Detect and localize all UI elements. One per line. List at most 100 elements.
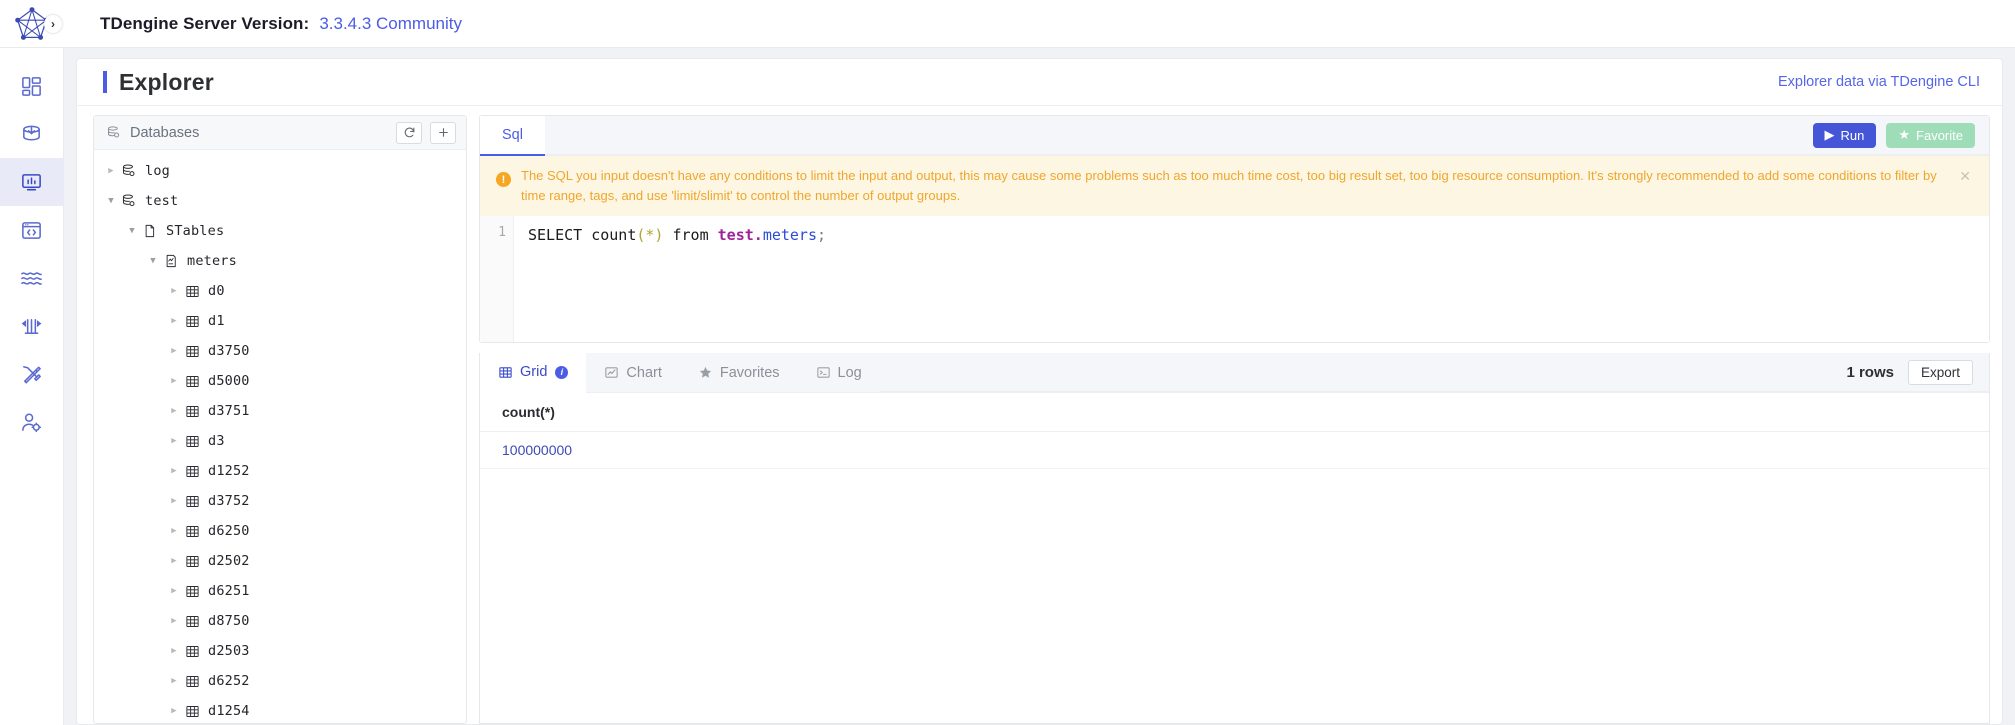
explorer-header: Explorer Explorer data via TDengine CLI <box>77 59 2002 106</box>
sql-token-keyword: from <box>663 226 718 245</box>
sidebar-item-programming[interactable] <box>0 206 64 254</box>
main-area: Explorer Explorer data via TDengine CLI <box>64 48 2015 725</box>
tree-node-d3752[interactable]: ▶ d3752 <box>94 486 466 516</box>
favorite-button[interactable]: ★ Favorite <box>1886 122 1975 148</box>
caret-right-icon[interactable]: ▶ <box>167 676 181 686</box>
explorer-card: Explorer Explorer data via TDengine CLI <box>76 58 2003 725</box>
database-tree: ▶ log ▼ test ▼ STables ▼ meters ▶ d0 ▶ d1 ▶ d3750 ▶ d50… <box>94 150 466 723</box>
sidebar-item-data-out[interactable] <box>0 302 64 350</box>
tree-node-d3751[interactable]: ▶ d3751 <box>94 396 466 426</box>
caret-right-icon[interactable]: ▶ <box>167 346 181 356</box>
tools-wrench-screwdriver-icon <box>23 365 41 383</box>
bars-export-icon <box>21 318 42 334</box>
sidebar-item-stream[interactable] <box>0 254 64 302</box>
tab-log[interactable]: Log <box>797 353 880 392</box>
tree-node-d2503[interactable]: ▶ d2503 <box>94 636 466 666</box>
tree-node-label: test <box>145 193 179 209</box>
caret-right-icon[interactable]: ▶ <box>167 436 181 446</box>
waves-icon <box>21 271 42 285</box>
caret-right-icon[interactable]: ▶ <box>167 526 181 536</box>
sidebar-item-dashboard[interactable] <box>0 62 64 110</box>
results-tabbar: Grid i Chart Favorites Log 1 rows Export <box>480 353 1989 393</box>
tree-node-label: log <box>145 163 170 179</box>
refresh-icon[interactable] <box>396 121 422 144</box>
tab-grid[interactable]: Grid i <box>480 353 587 393</box>
caret-down-icon[interactable]: ▼ <box>125 226 139 236</box>
results-table-body: 100000000 <box>480 431 1989 469</box>
top-bar: › TDengine Server Version: 3.3.4.3 Commu… <box>0 0 2015 48</box>
tree-node-d6250[interactable]: ▶ d6250 <box>94 516 466 546</box>
sql-editor[interactable]: 1 SELECT count(*) from test.meters; <box>480 216 1989 342</box>
tree-node-d2502[interactable]: ▶ d2502 <box>94 546 466 576</box>
close-icon[interactable]: ✕ <box>1955 166 1975 187</box>
table-icon <box>181 434 203 449</box>
sql-token-db: test. <box>717 226 763 245</box>
tree-node-d1254[interactable]: ▶ d1254 <box>94 696 466 723</box>
table-icon <box>181 344 203 359</box>
warning-exclamation-icon: ! <box>496 172 511 187</box>
stable-folder-icon <box>139 223 161 239</box>
tree-node-test[interactable]: ▼ test <box>94 186 466 216</box>
tab-favorites[interactable]: Favorites <box>679 353 798 392</box>
caret-down-icon[interactable]: ▼ <box>104 196 118 206</box>
table-icon <box>181 614 203 629</box>
plus-icon[interactable] <box>430 121 456 144</box>
sidebar-item-tools[interactable] <box>0 350 64 398</box>
caret-right-icon[interactable]: ▶ <box>167 556 181 566</box>
tree-node-d6252[interactable]: ▶ d6252 <box>94 666 466 696</box>
caret-right-icon[interactable]: ▶ <box>167 286 181 296</box>
tree-node-meters[interactable]: ▼ meters <box>94 246 466 276</box>
databases-panel-header: Databases <box>94 116 466 150</box>
caret-right-icon[interactable]: ▶ <box>167 586 181 596</box>
tree-node-d3[interactable]: ▶ d3 <box>94 426 466 456</box>
tree-node-d1[interactable]: ▶ d1 <box>94 306 466 336</box>
caret-down-icon[interactable]: ▼ <box>146 256 160 266</box>
caret-right-icon[interactable]: ▶ <box>104 166 118 176</box>
caret-right-icon[interactable]: ▶ <box>167 316 181 326</box>
caret-right-icon[interactable]: ▶ <box>167 496 181 506</box>
info-icon[interactable]: i <box>555 365 569 379</box>
caret-right-icon[interactable]: ▶ <box>167 706 181 716</box>
tree-node-log[interactable]: ▶ log <box>94 156 466 186</box>
database-icon <box>118 193 140 209</box>
monitor-chart-icon <box>22 173 41 190</box>
explorer-cli-link[interactable]: Explorer data via TDengine CLI <box>1778 74 1980 90</box>
tree-node-d8750[interactable]: ▶ d8750 <box>94 606 466 636</box>
tree-node-label: d1252 <box>208 463 250 479</box>
sidebar-item-data-in[interactable] <box>0 110 64 158</box>
tab-log-label: Log <box>837 364 862 381</box>
caret-right-icon[interactable]: ▶ <box>167 376 181 386</box>
sql-token-keyword: SELECT <box>528 226 583 245</box>
caret-right-icon[interactable]: ▶ <box>167 646 181 656</box>
tab-sql[interactable]: Sql <box>480 116 545 156</box>
tree-node-d6251[interactable]: ▶ d6251 <box>94 576 466 606</box>
sidebar-item-user-management[interactable] <box>0 398 64 446</box>
table-icon <box>181 404 203 419</box>
logo-area[interactable]: › <box>0 0 64 48</box>
caret-right-icon[interactable]: ▶ <box>167 616 181 626</box>
sidebar-item-explorer[interactable] <box>0 158 64 206</box>
chevron-right-icon[interactable]: › <box>44 14 62 33</box>
sidebar-rail <box>0 48 64 725</box>
caret-right-icon[interactable]: ▶ <box>167 466 181 476</box>
content-row: Databases ▶ log ▼ test ▼ STables ▼ meter… <box>77 106 2002 724</box>
run-button[interactable]: ▶ Run <box>1812 122 1877 148</box>
sql-editor-code[interactable]: SELECT count(*) from test.meters; <box>514 216 1989 342</box>
table-row[interactable]: 100000000 <box>480 431 1989 469</box>
sql-tabbar-fill <box>544 116 1813 155</box>
tree-node-d1252[interactable]: ▶ d1252 <box>94 456 466 486</box>
tree-node-d0[interactable]: ▶ d0 <box>94 276 466 306</box>
tree-node-label: meters <box>187 253 237 269</box>
table-icon <box>181 644 203 659</box>
tree-node-STables[interactable]: ▼ STables <box>94 216 466 246</box>
tree-node-d3750[interactable]: ▶ d3750 <box>94 336 466 366</box>
databases-panel: Databases ▶ log ▼ test ▼ STables ▼ meter… <box>93 115 467 724</box>
tree-node-d5000[interactable]: ▶ d5000 <box>94 366 466 396</box>
export-button[interactable]: Export <box>1907 359 1973 385</box>
sql-token-function: count <box>582 226 637 245</box>
tree-node-label: d1254 <box>208 703 250 719</box>
sql-actions: ▶ Run ★ Favorite <box>1812 116 1989 155</box>
caret-right-icon[interactable]: ▶ <box>167 406 181 416</box>
table-icon <box>181 464 203 479</box>
tab-chart[interactable]: Chart <box>586 353 680 392</box>
